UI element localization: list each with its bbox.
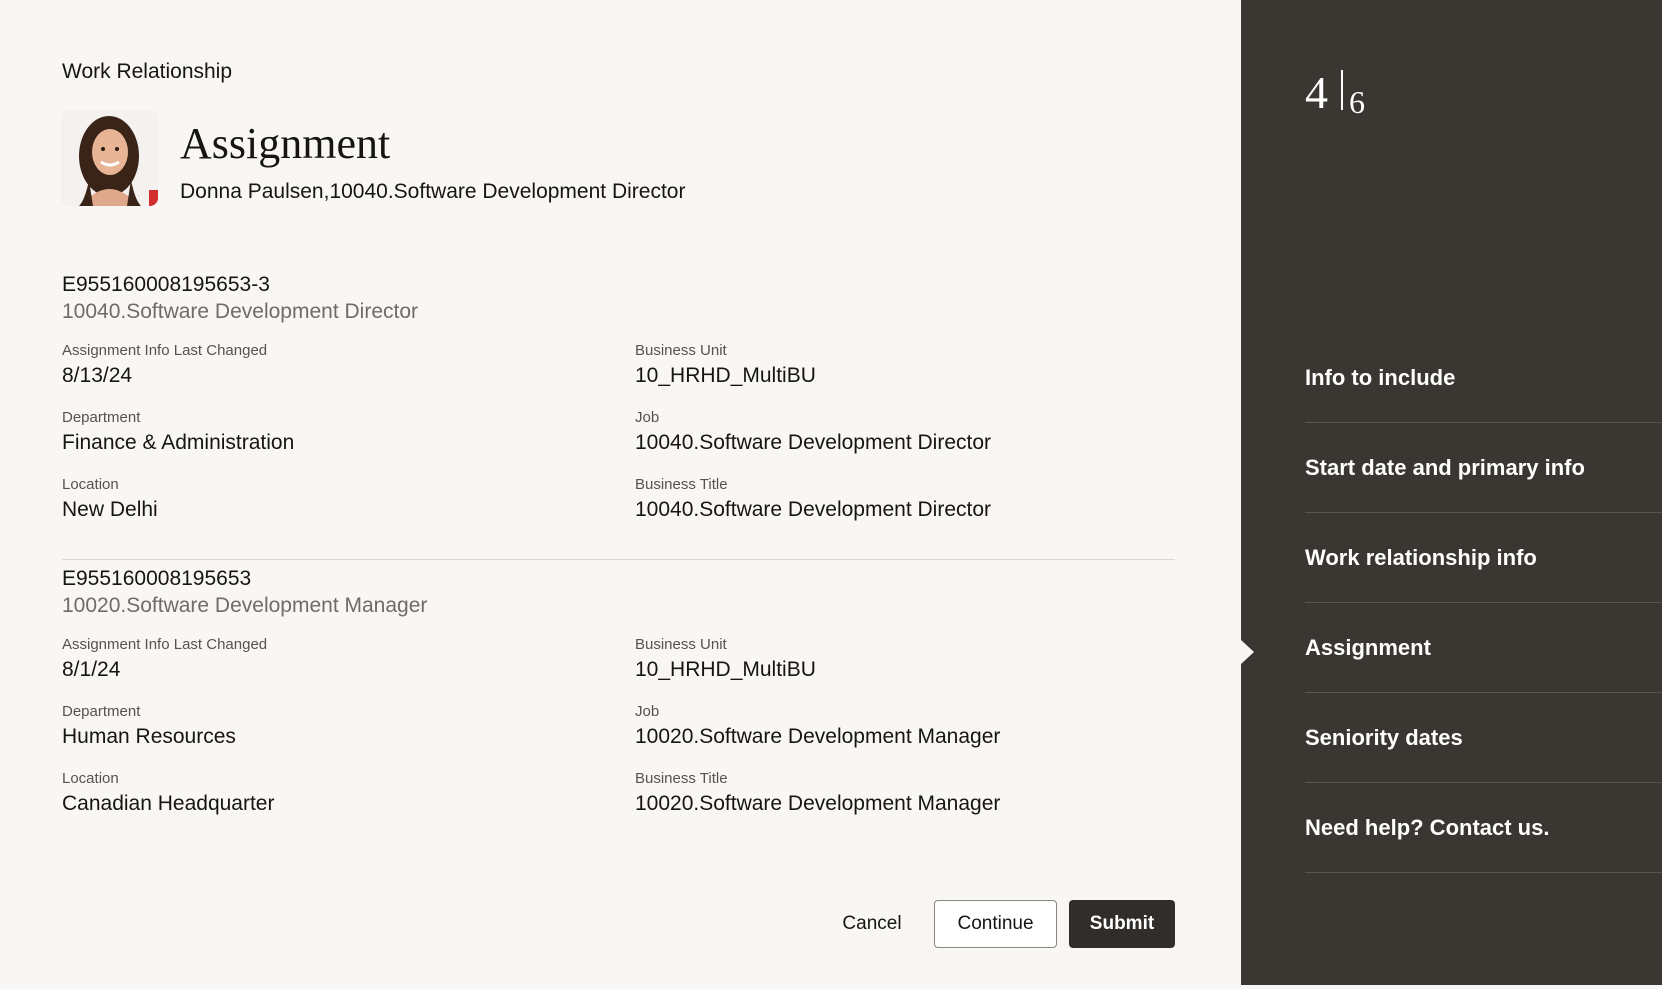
field-label: Location — [62, 770, 119, 787]
assignment-card: E955160008195653-3 10040.Software Develo… — [62, 272, 1175, 532]
field-last-changed: Assignment Info Last Changed 8/1/24 — [62, 636, 582, 684]
field-department: Department Human Resources — [62, 703, 582, 751]
avatar — [61, 110, 158, 206]
field-label: Job — [635, 409, 660, 426]
assignment-fields: Assignment Info Last Changed 8/1/24 Busi… — [62, 636, 1175, 826]
field-value: Human Resources — [62, 725, 236, 748]
field-label: Business Title — [635, 476, 728, 493]
field-label: Business Title — [635, 770, 728, 787]
breadcrumb[interactable]: Work Relationship — [62, 60, 232, 84]
assignment-job-line: 10020.Software Development Manager — [62, 594, 428, 617]
assignment-card: E955160008195653 10020.Software Developm… — [62, 559, 1175, 826]
field-label: Business Unit — [635, 636, 727, 653]
field-label: Department — [62, 409, 141, 426]
field-label: Job — [635, 703, 660, 720]
field-label: Assignment Info Last Changed — [62, 342, 268, 359]
progress-total: 6 — [1349, 84, 1365, 120]
field-last-changed: Assignment Info Last Changed 8/13/24 — [62, 342, 582, 390]
field-value: 8/1/24 — [62, 658, 121, 681]
field-job: Job 10040.Software Development Director — [635, 409, 1155, 457]
field-value: Finance & Administration — [62, 431, 295, 454]
field-label: Department — [62, 703, 141, 720]
field-value: 10_HRHD_MultiBU — [635, 364, 816, 387]
continue-button[interactable]: Continue — [934, 900, 1057, 948]
current-step-indicator-icon — [1241, 640, 1254, 664]
assignment-number: E955160008195653-3 — [62, 273, 270, 296]
field-value: 10040.Software Development Director — [635, 431, 992, 454]
field-business-title: Business Title 10040.Software Developmen… — [635, 476, 1155, 524]
field-department: Department Finance & Administration — [62, 409, 582, 457]
field-business-title: Business Title 10020.Software Developmen… — [635, 770, 1155, 818]
progress-divider — [1341, 70, 1343, 110]
field-business-unit: Business Unit 10_HRHD_MultiBU — [635, 636, 1155, 684]
field-value: New Delhi — [62, 498, 158, 521]
field-label: Location — [62, 476, 119, 493]
step-info-to-include[interactable]: Info to include — [1305, 333, 1662, 423]
field-value: 10020.Software Development Manager — [635, 725, 1001, 748]
field-value: 8/13/24 — [62, 364, 133, 387]
field-location: Location New Delhi — [62, 476, 582, 524]
field-value: Canadian Headquarter — [62, 792, 275, 815]
field-value: 10_HRHD_MultiBU — [635, 658, 816, 681]
assignment-number: E955160008195653 — [62, 567, 252, 590]
assignment-fields: Assignment Info Last Changed 8/13/24 Bus… — [62, 342, 1175, 532]
step-assignment[interactable]: Assignment — [1305, 603, 1662, 693]
field-job: Job 10020.Software Development Manager — [635, 703, 1155, 751]
step-contact-help[interactable]: Need help? Contact us. — [1305, 783, 1662, 873]
cancel-button[interactable]: Cancel — [822, 900, 922, 948]
field-value: 10040.Software Development Director — [635, 498, 992, 521]
field-value: 10020.Software Development Manager — [635, 792, 1001, 815]
assignment-job-line: 10040.Software Development Director — [62, 300, 419, 323]
step-work-relationship-info[interactable]: Work relationship info — [1305, 513, 1662, 603]
progress-current: 4 — [1305, 67, 1328, 118]
main-panel: Work Relationship Assignment Donna Pauls… — [0, 0, 1241, 989]
field-location: Location Canadian Headquarter — [62, 770, 582, 818]
field-label: Business Unit — [635, 342, 727, 359]
field-business-unit: Business Unit 10_HRHD_MultiBU — [635, 342, 1155, 390]
page-subtitle: Donna Paulsen,10040.Software Development… — [180, 180, 686, 203]
step-sidebar: 4 6 Info to include Start date and prima… — [1241, 0, 1662, 985]
field-label: Assignment Info Last Changed — [62, 636, 268, 653]
step-list: Info to include Start date and primary i… — [1305, 333, 1662, 873]
step-seniority-dates[interactable]: Seniority dates — [1305, 693, 1662, 783]
submit-button[interactable]: Submit — [1069, 900, 1175, 948]
page-title: Assignment — [180, 119, 391, 168]
person-photo-icon — [61, 110, 158, 206]
step-start-date[interactable]: Start date and primary info — [1305, 423, 1662, 513]
